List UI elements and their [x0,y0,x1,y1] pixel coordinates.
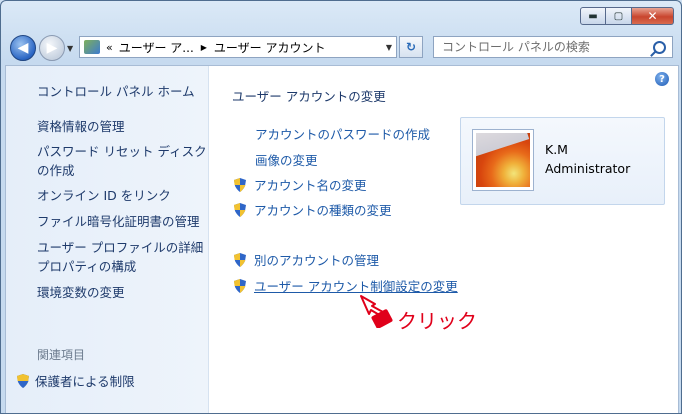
sidebar-link-environment-variables[interactable]: 環境変数の変更 [37,283,125,302]
sidebar-link-label: 保護者による制限 [35,374,135,389]
search-icon[interactable] [653,40,666,54]
maximize-button[interactable]: ▢ [606,7,632,25]
task-manage-another-account[interactable]: 別のアカウントの管理 [234,250,379,269]
user-role: Administrator [545,161,631,176]
task-change-account-name[interactable]: アカウント名の変更 [234,175,367,194]
control-panel-window: ▬ ▢ ✕ ◀ ▶ ▼ « ユーザー ア... ▶ ユーザー アカウント ▼ ↻… [0,0,682,414]
uac-shield-icon [234,202,246,217]
task-label: アカウントのパスワードの作成 [255,127,431,142]
avatar[interactable] [472,129,534,191]
flower-picture-icon [476,133,530,187]
task-label: アカウントの種類の変更 [254,203,392,218]
content-area: コントロール パネル ホーム 資格情報の管理 パスワード リセット ディスク の… [5,65,679,413]
back-button[interactable]: ◀ [10,35,36,61]
uac-shield-icon [17,373,29,388]
sidebar-link-control-panel-home[interactable]: コントロール パネル ホーム [37,82,195,101]
main-panel: ? ユーザー アカウントの変更 アカウントのパスワードの作成 画像の変更 アカウ… [209,66,678,413]
sidebar-link-profile-properties[interactable]: ユーザー プロファイルの詳細 プロパティの構成 [37,238,203,276]
task-label: アカウント名の変更 [254,178,367,193]
user-account-card: K.M Administrator [460,117,665,205]
close-button[interactable]: ✕ [632,7,674,25]
sidebar-link-online-id[interactable]: オンライン ID をリンク [37,186,171,205]
task-label: 別のアカウントの管理 [254,253,380,268]
sidebar-link-encryption-certificates[interactable]: ファイル暗号化証明書の管理 [37,212,200,231]
click-annotation: クリック [359,294,477,332]
sidebar-link-password-reset-disk[interactable]: パスワード リセット ディスク の作成 [37,142,207,180]
uac-shield-icon [234,278,246,293]
address-bar[interactable]: « ユーザー ア... ▶ ユーザー アカウント ▼ [79,36,397,58]
refresh-button[interactable]: ↻ [399,36,423,58]
sidebar-link-parental-controls[interactable]: 保護者による制限 [17,371,135,390]
uac-shield-icon [234,252,246,267]
task-change-picture[interactable]: 画像の変更 [255,150,318,169]
breadcrumb-arrow-icon[interactable]: ▶ [201,43,207,52]
task-sidebar: コントロール パネル ホーム 資格情報の管理 パスワード リセット ディスク の… [6,66,209,413]
forward-button[interactable]: ▶ [39,35,65,61]
sidebar-link-credentials[interactable]: 資格情報の管理 [37,117,125,136]
minimize-button[interactable]: ▬ [580,7,606,25]
search-input[interactable] [440,39,654,55]
pointing-hand-icon [359,294,395,332]
click-label: クリック [397,309,477,333]
task-create-password[interactable]: アカウントのパスワードの作成 [255,124,430,143]
search-box[interactable] [433,36,673,58]
breadcrumb-segment-2[interactable]: ユーザー アカウント [214,39,326,56]
address-dropdown-icon[interactable]: ▼ [386,43,392,52]
recent-pages-dropdown-icon[interactable]: ▼ [67,44,73,53]
caption-buttons: ▬ ▢ ✕ [580,7,674,25]
task-change-account-type[interactable]: アカウントの種類の変更 [234,200,392,219]
user-name: K.M [545,142,568,157]
task-label: 画像の変更 [255,153,318,168]
help-icon[interactable]: ? [655,72,669,86]
uac-shield-icon [234,177,246,192]
control-panel-icon [84,40,100,54]
breadcrumb-segment-1[interactable]: ユーザー ア... [119,39,194,56]
task-change-uac-settings[interactable]: ユーザー アカウント制御設定の変更 [234,276,458,295]
breadcrumb-overflow[interactable]: « [106,41,113,54]
navigation-bar: ◀ ▶ ▼ « ユーザー ア... ▶ ユーザー アカウント ▼ ↻ [1,31,681,63]
task-label: ユーザー アカウント制御設定の変更 [254,279,458,294]
page-title: ユーザー アカウントの変更 [232,89,386,104]
related-heading: 関連項目 [37,348,86,362]
